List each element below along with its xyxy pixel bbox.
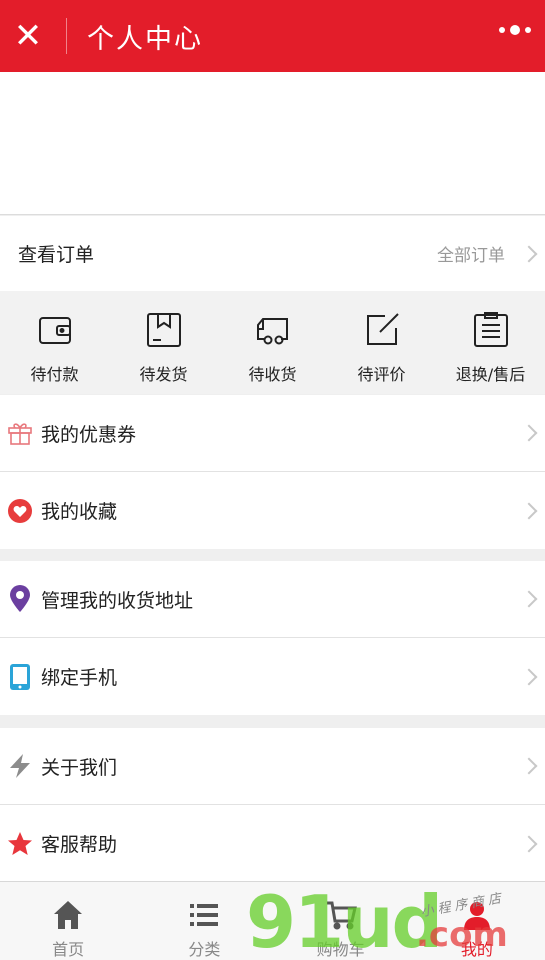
close-icon[interactable]: ✕ xyxy=(0,0,56,72)
order-tab-pending-review[interactable]: 待评价 xyxy=(327,291,436,394)
order-tab-after-sales[interactable]: 退换/售后 xyxy=(436,291,545,394)
watermark-logo: 91ud xyxy=(246,880,443,960)
menu-item-label: 我的收藏 xyxy=(41,501,118,523)
tablet-icon xyxy=(6,663,34,691)
chevron-right-icon xyxy=(520,590,538,608)
profile-banner xyxy=(0,72,545,215)
menu-item-help[interactable]: 客服帮助 xyxy=(0,805,545,882)
order-tab-pending-receipt[interactable]: 待收货 xyxy=(218,291,327,394)
header-divider xyxy=(66,18,67,54)
chevron-right-icon xyxy=(520,835,538,852)
order-tab-pending-payment[interactable]: 待付款 xyxy=(0,291,109,394)
all-orders-link[interactable]: 全部订单 xyxy=(437,241,505,266)
gift-icon xyxy=(6,419,34,447)
tab-label: 首页 xyxy=(52,940,85,959)
edit-icon xyxy=(366,313,399,345)
order-tab-label: 退换/售后 xyxy=(455,365,526,384)
header-bar: ✕ 个人中心 xyxy=(0,0,545,72)
orders-label: 查看订单 xyxy=(18,244,95,266)
wallet-icon xyxy=(38,317,71,344)
watermark-suffix: .com xyxy=(416,915,508,955)
page-title: 个人中心 xyxy=(87,23,203,55)
menu-item-label: 绑定手机 xyxy=(41,667,118,689)
category-list-icon xyxy=(190,904,219,926)
chevron-right-icon xyxy=(520,668,538,685)
order-tab-label: 待收货 xyxy=(248,365,297,384)
order-tab-pending-shipment[interactable]: 待发货 xyxy=(109,291,218,394)
order-status-tabs: 待付款 待发货 待收货 待评价 退换/售后 xyxy=(0,291,545,394)
more-dots-icon[interactable] xyxy=(499,25,531,35)
menu-item-label: 我的优惠券 xyxy=(41,423,137,446)
chevron-right-icon xyxy=(520,757,538,775)
menu-item-favorites[interactable]: 我的收藏 xyxy=(0,472,545,549)
star-icon xyxy=(6,830,34,858)
heart-icon xyxy=(6,497,34,525)
order-tab-label: 待评价 xyxy=(357,365,406,384)
order-tab-label: 待发货 xyxy=(139,365,188,384)
chevron-right-icon xyxy=(520,245,538,262)
chevron-right-icon xyxy=(520,424,538,442)
menu-item-coupons[interactable]: 我的优惠券 xyxy=(0,395,545,472)
truck-icon xyxy=(256,318,288,345)
menu-item-address[interactable]: 管理我的收货地址 xyxy=(0,561,545,638)
menu-item-label: 客服帮助 xyxy=(41,834,118,856)
menu-item-bind-phone[interactable]: 绑定手机 xyxy=(0,638,545,715)
orders-header[interactable]: 查看订单 全部订单 xyxy=(0,216,545,291)
list-icon xyxy=(473,312,508,347)
location-pin-icon xyxy=(6,585,34,613)
tab-label: 分类 xyxy=(188,940,221,959)
chevron-right-icon xyxy=(520,502,538,519)
home-icon xyxy=(54,901,83,929)
menu-item-label: 关于我们 xyxy=(41,756,118,779)
order-tab-label: 待付款 xyxy=(30,365,79,384)
lightning-icon xyxy=(6,752,34,780)
menu-item-about[interactable]: 关于我们 xyxy=(0,728,545,805)
package-icon xyxy=(146,313,181,347)
menu-item-label: 管理我的收货地址 xyxy=(41,589,194,612)
tab-home[interactable]: 首页 xyxy=(0,882,136,960)
